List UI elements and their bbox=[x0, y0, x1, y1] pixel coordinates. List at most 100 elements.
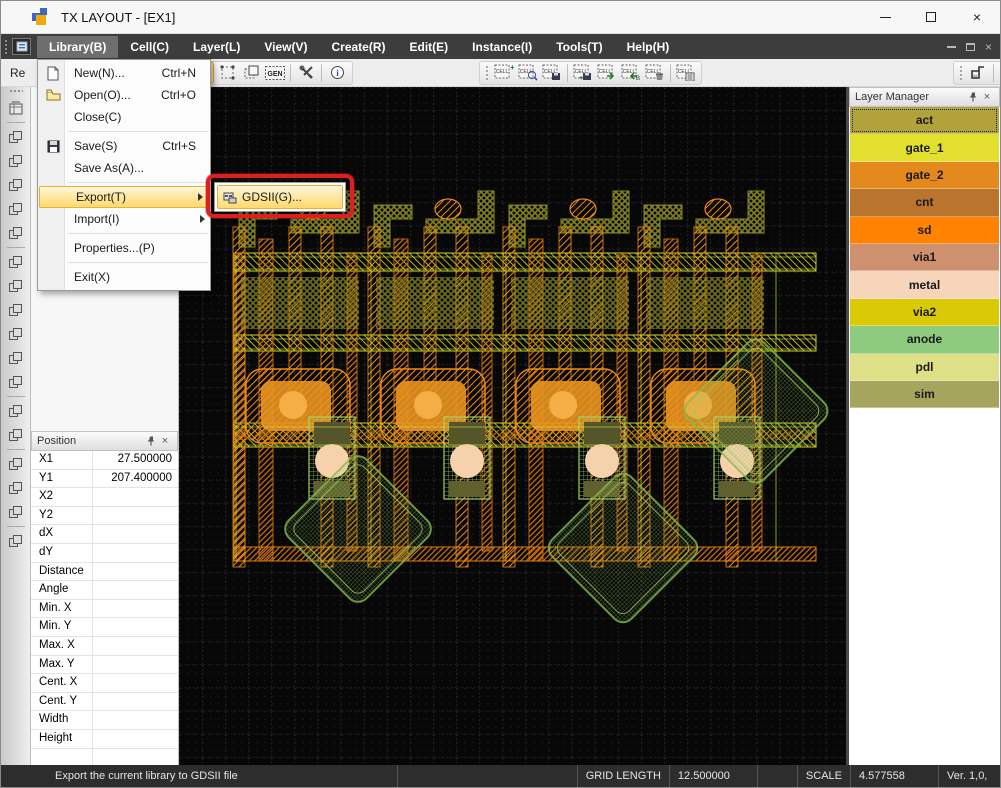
layer-item-via1[interactable]: via1 bbox=[850, 244, 999, 271]
position-value[interactable] bbox=[93, 488, 178, 506]
menu-item-importi[interactable]: Import(I) bbox=[38, 208, 210, 230]
position-row-distance: Distance bbox=[31, 563, 178, 582]
toolbar-partial-label: Re bbox=[7, 66, 28, 80]
align-left-icon[interactable] bbox=[5, 251, 27, 273]
position-value[interactable] bbox=[93, 544, 178, 562]
path-icon[interactable]: sr bbox=[967, 62, 989, 83]
menu-helph[interactable]: Help(H) bbox=[615, 36, 682, 58]
cell-save-as-icon[interactable]: CELL+ bbox=[572, 62, 594, 83]
layer-item-sim[interactable]: sim bbox=[850, 381, 999, 408]
position-value[interactable] bbox=[93, 637, 178, 655]
svg-text:B: B bbox=[636, 76, 640, 81]
align-middle-icon[interactable] bbox=[5, 347, 27, 369]
merge-icon[interactable] bbox=[5, 501, 27, 523]
menu-item-saves[interactable]: Save(S)Ctrl+S bbox=[38, 135, 210, 157]
layer-item-cnt[interactable]: cnt bbox=[850, 189, 999, 216]
minimize-button[interactable] bbox=[862, 1, 908, 33]
layer-manager-title: Layer Manager bbox=[855, 91, 966, 103]
position-value[interactable] bbox=[93, 525, 178, 543]
flip-horizontal-icon[interactable] bbox=[5, 174, 27, 196]
library-browser-icon[interactable] bbox=[5, 97, 27, 119]
menu-item-propertiesp[interactable]: Properties...(P) bbox=[38, 237, 210, 259]
cell-import-icon[interactable]: CELL bbox=[596, 62, 618, 83]
position-value[interactable] bbox=[93, 507, 178, 525]
duplicate-cell-icon[interactable] bbox=[240, 62, 262, 83]
cell-delete-icon[interactable]: CELL bbox=[644, 62, 666, 83]
maximize-button[interactable] bbox=[908, 1, 954, 33]
flip-vertical-icon[interactable] bbox=[5, 198, 27, 220]
position-value[interactable] bbox=[93, 656, 178, 674]
layer-item-anode[interactable]: anode bbox=[850, 326, 999, 353]
close-panel-icon[interactable]: × bbox=[158, 434, 172, 448]
layer-item-via2[interactable]: via2 bbox=[850, 299, 999, 326]
select-vertices-icon[interactable] bbox=[216, 62, 238, 83]
toolbar-separator bbox=[290, 64, 291, 82]
menu-cellc[interactable]: Cell(C) bbox=[118, 36, 181, 58]
window-title: TX LAYOUT - [EX1] bbox=[61, 10, 175, 25]
resize-icon[interactable] bbox=[5, 222, 27, 244]
position-value[interactable]: 27.500000 bbox=[93, 451, 178, 469]
menu-item-closec[interactable]: Close(C) bbox=[38, 106, 210, 128]
menu-item-saveasa[interactable]: Save As(A)... bbox=[38, 157, 210, 179]
cell-new-icon[interactable]: CELL+ bbox=[493, 62, 515, 83]
position-value[interactable] bbox=[93, 674, 178, 692]
menu-viewv[interactable]: View(V) bbox=[252, 36, 319, 58]
menu-toolst[interactable]: Tools(T) bbox=[544, 36, 614, 58]
layer-item-gate_2[interactable]: gate_2 bbox=[850, 162, 999, 189]
cell-open-icon[interactable]: CELL bbox=[517, 62, 539, 83]
intersect-icon[interactable] bbox=[5, 424, 27, 446]
toolbar-separator bbox=[670, 64, 671, 82]
layer-manager-titlebar: Layer Manager × bbox=[849, 87, 1000, 107]
pin-icon[interactable] bbox=[144, 434, 158, 448]
layer-item-act[interactable]: act bbox=[850, 107, 999, 134]
mdi-minimize-icon[interactable] bbox=[947, 46, 956, 48]
align-right-icon[interactable] bbox=[5, 299, 27, 321]
menu-instancei[interactable]: Instance(I) bbox=[460, 36, 544, 58]
close-button[interactable]: × bbox=[954, 1, 1000, 33]
position-value[interactable] bbox=[93, 730, 178, 748]
cell-properties-icon[interactable]: CELL bbox=[675, 62, 697, 83]
position-value[interactable] bbox=[93, 563, 178, 581]
close-panel-icon[interactable]: × bbox=[980, 90, 994, 104]
align-bottom-icon[interactable] bbox=[5, 371, 27, 393]
align-top-icon[interactable] bbox=[5, 323, 27, 345]
rotate-icon[interactable] bbox=[5, 126, 27, 148]
menu-edite[interactable]: Edit(E) bbox=[398, 36, 461, 58]
align-center-h-icon[interactable] bbox=[5, 275, 27, 297]
position-value[interactable] bbox=[93, 618, 178, 636]
generate-icon[interactable]: GEN bbox=[264, 62, 286, 83]
rotate-corner-icon[interactable] bbox=[5, 150, 27, 172]
position-row-angle: Angle bbox=[31, 581, 178, 600]
menu-bar: Library(B)Cell(C)Layer(L)View(V)Create(R… bbox=[1, 34, 1000, 59]
menu-layerl[interactable]: Layer(L) bbox=[181, 36, 252, 58]
menu-libraryb[interactable]: Library(B) bbox=[37, 36, 118, 58]
document-icon[interactable] bbox=[12, 38, 31, 55]
submenu-item-gdsii[interactable]: GDSII(G)... bbox=[217, 185, 343, 209]
svg-text:CELL: CELL bbox=[599, 69, 612, 75]
union-icon[interactable] bbox=[5, 400, 27, 422]
layer-item-gate_1[interactable]: gate_1 bbox=[850, 134, 999, 161]
menu-item-exportt[interactable]: Export(T) bbox=[39, 186, 209, 208]
info-icon[interactable]: i bbox=[326, 62, 348, 83]
mdi-restore-icon[interactable] bbox=[966, 43, 975, 51]
position-value[interactable] bbox=[93, 600, 178, 618]
layer-item-pdl[interactable]: pdl bbox=[850, 354, 999, 381]
cell-save-icon[interactable]: CELL bbox=[541, 62, 563, 83]
layer-item-metal[interactable]: metal bbox=[850, 271, 999, 298]
group-icon[interactable] bbox=[5, 453, 27, 475]
instance-array-icon[interactable] bbox=[5, 530, 27, 552]
cell-export-icon[interactable]: CELLB bbox=[620, 62, 642, 83]
layer-item-sd[interactable]: sd bbox=[850, 217, 999, 244]
position-value[interactable] bbox=[93, 711, 178, 729]
pin-icon[interactable] bbox=[966, 90, 980, 104]
ungroup-icon[interactable] bbox=[5, 477, 27, 499]
position-value[interactable]: 207.400000 bbox=[93, 470, 178, 488]
menu-creater[interactable]: Create(R) bbox=[319, 36, 397, 58]
mdi-close-icon[interactable]: × bbox=[985, 40, 992, 54]
menu-item-newn[interactable]: New(N)...Ctrl+N bbox=[38, 62, 210, 84]
position-value[interactable] bbox=[93, 693, 178, 711]
menu-item-openo[interactable]: Open(O)...Ctrl+O bbox=[38, 84, 210, 106]
menu-item-exitx[interactable]: Exit(X) bbox=[38, 266, 210, 288]
position-value[interactable] bbox=[93, 581, 178, 599]
tools-icon[interactable] bbox=[295, 62, 317, 83]
